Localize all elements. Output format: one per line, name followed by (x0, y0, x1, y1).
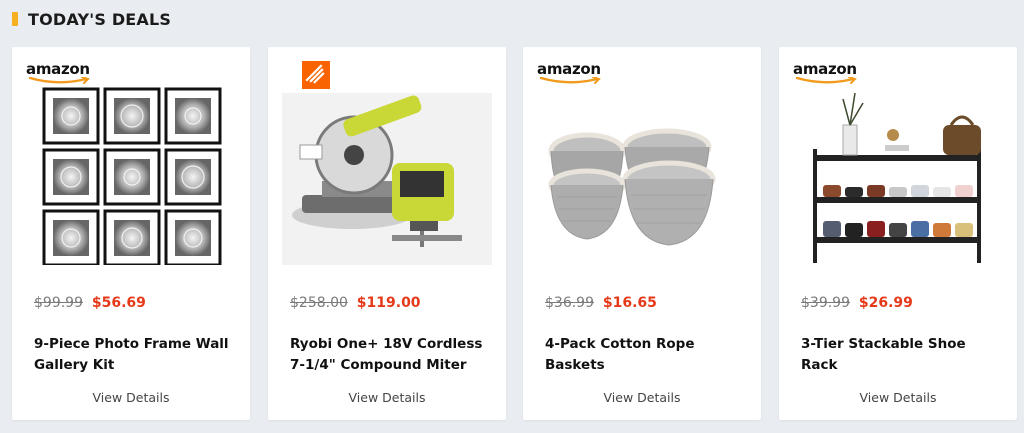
amazon-smile-icon (539, 77, 601, 84)
price-block: $36.99 $16.65 (545, 295, 657, 311)
section-header: TODAY'S DEALS (12, 8, 171, 30)
sale-price: $56.69 (91, 295, 146, 311)
original-price: $39.99 (801, 295, 850, 311)
view-details-link[interactable]: View Details (523, 390, 761, 405)
store-name: amazon (26, 60, 90, 78)
deal-card[interactable]: amazon $39.99 $26.99 3-Tier Stackable Sh… (779, 47, 1017, 420)
amazon-smile-icon (795, 77, 857, 84)
amazon-logo: amazon (537, 61, 657, 87)
product-title[interactable]: 4-Pack Cotton Rope Baskets (545, 334, 745, 376)
amazon-logo: amazon (26, 61, 146, 87)
rope-baskets-image (548, 128, 716, 246)
accent-bar (12, 12, 18, 26)
shoe-rack-image (813, 92, 981, 263)
amazon-smile-icon (28, 77, 90, 84)
miter-saw-jigsaw-image (282, 93, 492, 265)
product-title[interactable]: 3-Tier Stackable Shoe Rack (801, 334, 1001, 376)
deal-card[interactable]: $258.00 $119.00 Ryobi One+ 18V Cordless … (268, 47, 506, 420)
price-block: $258.00 $119.00 (290, 295, 421, 311)
photo-frame-gallery-image (42, 87, 222, 265)
amazon-logo: amazon (793, 61, 913, 87)
store-name: amazon (793, 60, 857, 78)
view-details-link[interactable]: View Details (268, 390, 506, 405)
deal-card[interactable]: amazon $99.99 $56.69 9-Piece Photo Frame… (12, 47, 250, 420)
view-details-link[interactable]: View Details (12, 390, 250, 405)
sale-price: $119.00 (356, 295, 421, 311)
sale-price: $16.65 (602, 295, 657, 311)
price-block: $39.99 $26.99 (801, 295, 913, 311)
deal-card[interactable]: amazon $36.99 $16.65 4-Pack Cotton Rope … (523, 47, 761, 420)
original-price: $36.99 (545, 295, 594, 311)
view-details-link[interactable]: View Details (779, 390, 1017, 405)
section-title: TODAY'S DEALS (28, 9, 172, 29)
store-name: amazon (537, 60, 601, 78)
price-block: $99.99 $56.69 (34, 295, 146, 311)
product-title[interactable]: 9-Piece Photo Frame Wall Gallery Kit (34, 334, 234, 376)
original-price: $99.99 (34, 295, 83, 311)
original-price: $258.00 (290, 295, 348, 311)
product-title[interactable]: Ryobi One+ 18V Cordless 7-1/4" Compound … (290, 334, 490, 376)
sale-price: $26.99 (858, 295, 913, 311)
